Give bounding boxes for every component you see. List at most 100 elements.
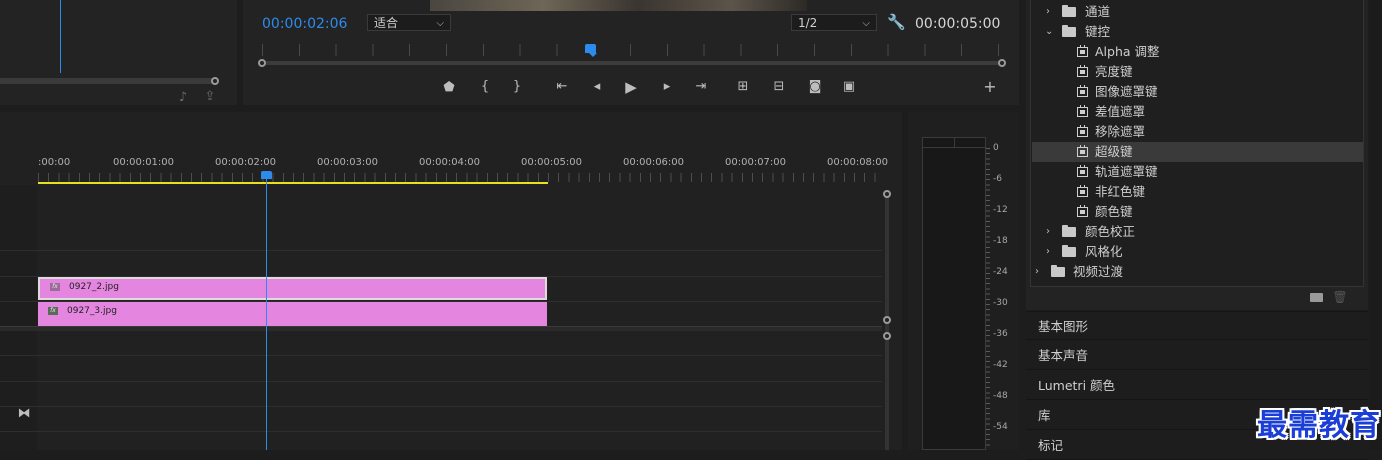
chevron-down-icon[interactable]: ⌄ (1045, 22, 1053, 42)
add-button-icon[interactable]: + (981, 79, 999, 95)
db-label: -12 (993, 205, 1008, 215)
tree-effect-color-key[interactable]: 颜色键 (1032, 202, 1363, 222)
effect-preset-icon (1077, 185, 1088, 197)
go-to-out-icon[interactable]: ⇥ (692, 80, 710, 94)
tree-effect-non-red-key[interactable]: 非红色键 (1032, 182, 1363, 202)
folder-icon (1062, 5, 1076, 17)
extract-icon[interactable]: ⊟ (770, 80, 788, 94)
db-label: -36 (993, 329, 1008, 339)
chevron-right-icon[interactable]: › (1035, 262, 1039, 282)
tree-effect-alpha-adjust[interactable]: Alpha 调整 (1032, 42, 1363, 62)
video-clip-v2[interactable]: fx 0927_2.jpg (38, 277, 547, 300)
insert-audio-icon[interactable]: ♪ (174, 91, 192, 105)
tree-label: 风格化 (1085, 244, 1123, 259)
tree-effect-difference-matte[interactable]: 差值遮罩 (1032, 102, 1363, 122)
fit-select-value: 适合 (374, 16, 399, 30)
ruler-label: 00:00:03:00 (317, 157, 379, 168)
timeline-ruler-ticks[interactable] (38, 173, 882, 182)
db-label: -54 (993, 422, 1008, 432)
mark-out-icon[interactable]: } (508, 80, 526, 94)
timeline-playhead-marker[interactable] (261, 171, 272, 179)
go-to-in-icon[interactable]: ⇤ (553, 80, 571, 94)
folder-open-icon (1062, 25, 1076, 37)
folder-icon (1062, 225, 1076, 237)
ruler-label: 00:00:01:00 (113, 157, 175, 168)
play-icon[interactable]: ▶ (622, 80, 640, 95)
video-clip-v1[interactable]: fx 0927_3.jpg (38, 302, 547, 326)
tree-label: 非红色键 (1095, 184, 1146, 199)
export-frame-icon[interactable]: ⇪ (201, 90, 219, 104)
camera-export-frame-icon[interactable]: ◙ (806, 80, 824, 94)
tree-folder-video-transitions[interactable]: › 视频过渡 (1032, 262, 1363, 282)
source-scroll-end-handle[interactable] (211, 77, 219, 85)
mark-in-icon[interactable]: { (476, 80, 494, 94)
fit-select[interactable]: 适合 ⌵ (367, 14, 451, 31)
chevron-right-icon[interactable]: › (1046, 222, 1050, 242)
step-back-icon[interactable]: ◂ (588, 80, 606, 94)
step-forward-icon[interactable]: ▸ (658, 80, 676, 94)
video-audio-divider[interactable] (0, 326, 882, 331)
ruler-label: 00:00:04:00 (419, 157, 481, 168)
comparison-view-icon[interactable]: ▣ (840, 80, 858, 94)
chevron-right-icon[interactable]: › (1046, 242, 1050, 262)
tree-label: 视频过渡 (1073, 264, 1124, 279)
new-bin-folder-icon[interactable] (1310, 293, 1323, 302)
db-label: -48 (993, 391, 1008, 401)
right-edge-panel (1370, 0, 1382, 450)
db-label: -6 (993, 174, 1002, 184)
panel-lumetri-color[interactable]: Lumetri 颜色 (1026, 371, 1368, 400)
ruler-label: 00:00:06:00 (623, 157, 685, 168)
tree-label: 键控 (1085, 24, 1111, 39)
tree-effect-image-matte-key[interactable]: 图像遮罩键 (1032, 82, 1363, 102)
panel-essential-graphics[interactable]: 基本图形 (1026, 311, 1368, 340)
effect-preset-icon (1077, 165, 1088, 177)
tree-effect-ultra-key[interactable]: 超级键 (1032, 142, 1363, 162)
fx-badge-icon: fx (50, 283, 60, 291)
fx-badge-icon: fx (48, 307, 58, 315)
current-timecode[interactable]: 00:00:02:06 (262, 16, 347, 32)
chevron-right-icon[interactable]: › (1046, 2, 1050, 22)
lift-icon[interactable]: ⊞ (734, 80, 752, 94)
track-divider (0, 355, 882, 356)
zoom-handle-right[interactable] (998, 59, 1006, 67)
tree-effect-remove-matte[interactable]: 移除遮罩 (1032, 122, 1363, 142)
timeline-playhead-line[interactable] (266, 179, 267, 450)
scroll-handle-audio-top[interactable] (883, 332, 891, 340)
scroll-handle-mid[interactable] (883, 316, 891, 324)
resolution-select[interactable]: 1/2 ⌵ (791, 14, 877, 31)
program-zoom-scrollbar[interactable] (262, 61, 1002, 65)
audio-meter-box (922, 137, 986, 450)
tree-effect-luma-key[interactable]: 亮度键 (1032, 62, 1363, 82)
scroll-handle-top[interactable] (883, 190, 891, 198)
audio-meter-header-line (922, 147, 986, 148)
chevron-down-icon: ⌵ (436, 18, 444, 29)
add-marker-icon[interactable]: ⬟ (440, 81, 458, 95)
collapse-tracks-icon[interactable]: ⧓ (15, 407, 33, 421)
wrench-settings-icon[interactable]: 🔧 (887, 15, 906, 30)
tree-folder-keying[interactable]: ⌄ 键控 (1032, 22, 1363, 42)
zoom-handle-left[interactable] (258, 59, 266, 67)
tree-folder-channel[interactable]: › 通道 (1032, 2, 1363, 22)
effect-preset-icon (1077, 45, 1088, 57)
db-label: -42 (993, 360, 1008, 370)
clip-name: 0927_2.jpg (69, 282, 119, 292)
program-video-frame (430, 0, 807, 11)
tree-label: 颜色校正 (1085, 224, 1136, 239)
program-playhead-marker[interactable] (585, 44, 596, 53)
tree-label: 颜色键 (1095, 204, 1133, 219)
chevron-down-icon: ⌵ (862, 18, 870, 29)
db-label: -24 (993, 267, 1008, 277)
source-scrollbar-track[interactable] (0, 78, 214, 84)
program-time-ruler[interactable] (262, 44, 1002, 56)
tree-folder-color-correction[interactable]: › 颜色校正 (1032, 222, 1363, 242)
effect-preset-icon (1077, 125, 1088, 137)
trash-icon[interactable]: 🗑 (1331, 290, 1349, 304)
tree-folder-stylize[interactable]: › 风格化 (1032, 242, 1363, 262)
db-ticks (986, 148, 990, 448)
tree-effect-track-matte-key[interactable]: 轨道遮罩键 (1032, 162, 1363, 182)
work-area-bar[interactable] (38, 182, 548, 184)
tree-label: 轨道遮罩键 (1095, 164, 1158, 179)
track-divider (0, 381, 882, 382)
panel-essential-sound[interactable]: 基本声音 (1026, 341, 1368, 370)
ruler-label: 00:00:05:00 (521, 157, 583, 168)
